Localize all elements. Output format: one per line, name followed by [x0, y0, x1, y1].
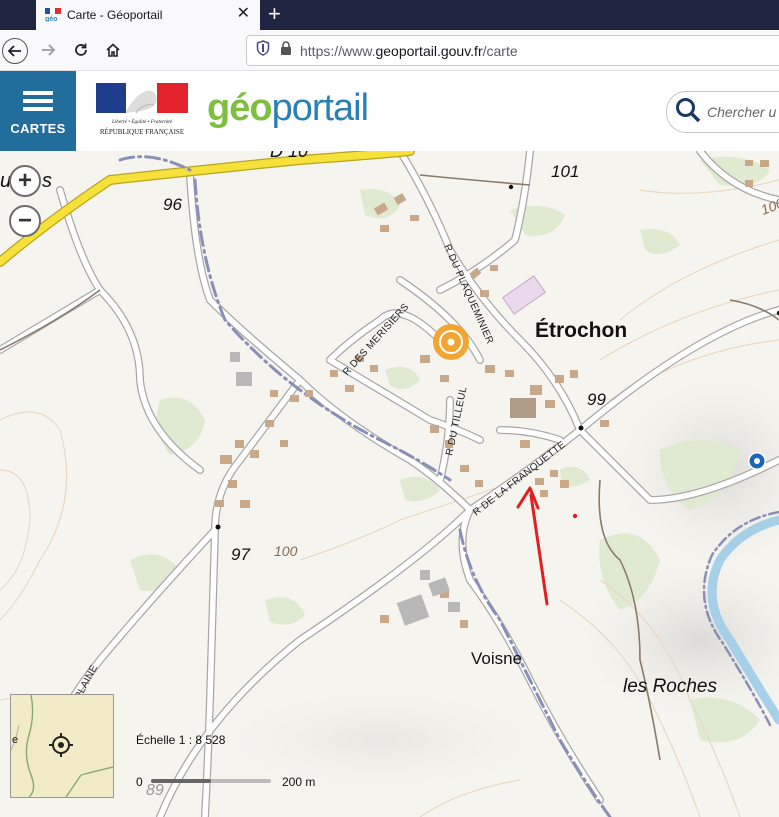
home-icon[interactable]: [100, 37, 126, 63]
site-header: CARTES Liberté • Égalité • Fraternité RÉ…: [0, 71, 779, 151]
search-magnifier-icon[interactable]: [675, 97, 701, 128]
search-box[interactable]: Chercher u: [666, 91, 779, 133]
elevation-label: 99: [587, 390, 606, 409]
tab-title: Carte - Géoportail: [67, 8, 163, 22]
elevation-label: 96: [163, 195, 182, 214]
poi-marker[interactable]: [433, 324, 469, 360]
elevation-label: 97: [231, 545, 250, 564]
scale-end-label: 200 m: [282, 775, 316, 789]
url-prefix: https://www.: [300, 42, 376, 59]
map-view[interactable]: Étrochon Voisne les Roches u s D 10 R DU…: [0, 151, 779, 817]
lock-icon[interactable]: [280, 41, 292, 60]
browser-tab[interactable]: géo Carte - Géoportail ✕: [36, 0, 260, 30]
logo-portail-text: portail: [271, 87, 369, 129]
elevation-label: 101: [551, 162, 579, 181]
back-arrow-icon[interactable]: [2, 38, 28, 64]
reload-icon[interactable]: [68, 37, 94, 63]
overview-label: e: [12, 734, 18, 746]
url-text: https://www.geoportail.gouv.fr/carte: [300, 43, 518, 59]
url-bar[interactable]: https://www.geoportail.gouv.fr/carte: [246, 35, 779, 66]
road-label-cut-top: D 10: [270, 151, 308, 161]
rf-motto: Liberté • Égalité • Fraternité: [111, 117, 173, 125]
tracking-shield-icon[interactable]: [256, 40, 270, 61]
browser-nav-bar: https://www.geoportail.gouv.fr/carte: [0, 30, 779, 71]
zoom-in-button[interactable]: +: [9, 165, 41, 197]
browser-tab-bar: géo Carte - Géoportail ✕ +: [0, 0, 779, 30]
place-label-les-roches: les Roches: [623, 676, 717, 697]
place-label-cut-left-s: s: [42, 170, 52, 192]
url-path: /carte: [482, 42, 518, 59]
geoportail-favicon-icon: géo: [45, 8, 61, 23]
rf-name: RÉPUBLIQUE FRANÇAISE: [100, 128, 184, 136]
republique-francaise-logo[interactable]: Liberté • Égalité • Fraternité RÉPUBLIQU…: [96, 83, 188, 141]
elevation-label: 89: [146, 782, 164, 799]
map-point-marker[interactable]: [748, 452, 766, 470]
url-domain: geoportail.gouv.fr: [375, 42, 483, 59]
map-canvas[interactable]: Étrochon Voisne les Roches u s D 10 R DU…: [0, 151, 779, 817]
scale-bar: [151, 779, 271, 783]
cartes-menu-label: CARTES: [10, 120, 66, 136]
cartes-menu-button[interactable]: CARTES: [0, 71, 76, 151]
forward-arrow-icon[interactable]: [35, 37, 61, 63]
contour-elevation-label: 100: [274, 543, 298, 559]
scale-label: Échelle 1 : 8 528: [136, 733, 226, 747]
scale-start-label: 0: [136, 775, 143, 789]
place-label-voisne: Voisne: [471, 649, 522, 668]
place-label-etrochon: Étrochon: [535, 319, 627, 342]
geoportail-logo[interactable]: géoportail: [207, 87, 369, 130]
svg-text:géo: géo: [45, 16, 57, 22]
logo-geo-text: géo: [207, 87, 273, 129]
hamburger-menu-icon: [23, 87, 53, 115]
overview-minimap[interactable]: e: [10, 694, 114, 798]
tab-close-icon[interactable]: ✕: [237, 6, 250, 22]
search-placeholder[interactable]: Chercher u: [707, 104, 776, 120]
zoom-out-button[interactable]: −: [9, 205, 41, 237]
new-tab-plus-icon[interactable]: +: [268, 3, 281, 25]
